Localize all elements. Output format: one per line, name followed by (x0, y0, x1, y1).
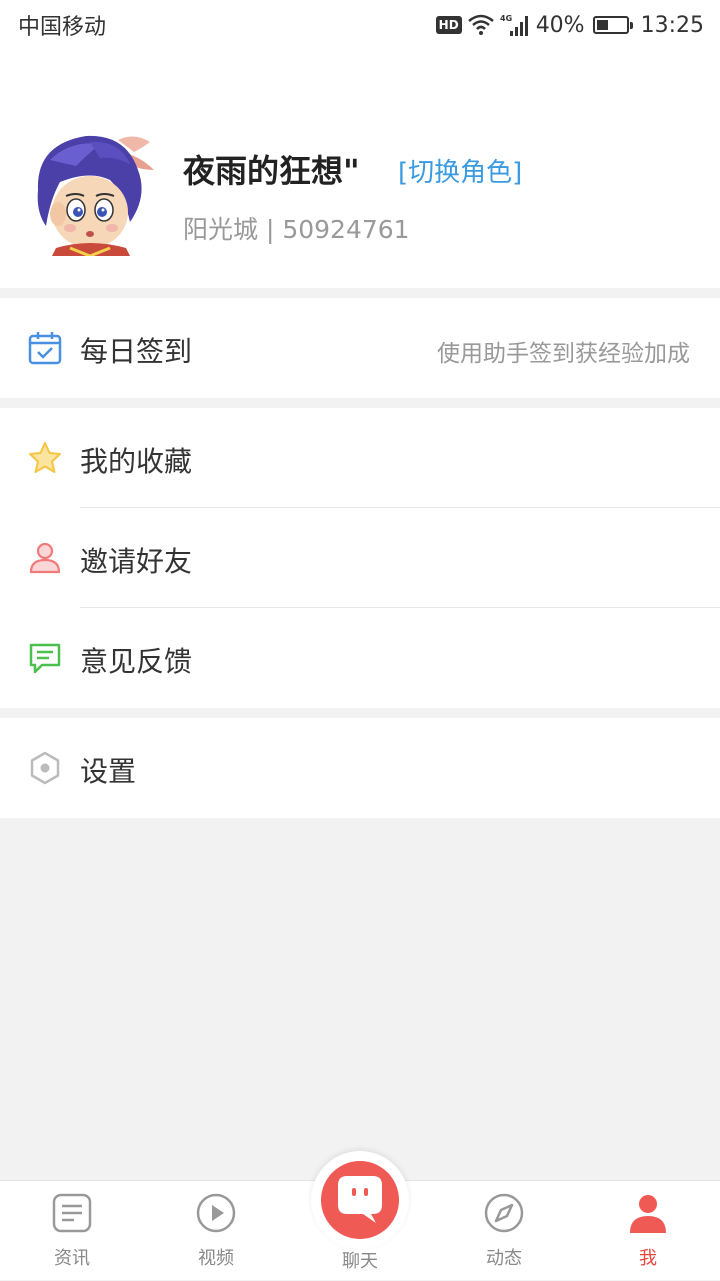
menu-item-label: 邀请好友 (80, 545, 193, 578)
news-icon (52, 1193, 92, 1233)
status-icons: HD 4G 40% 13:25 (435, 12, 704, 38)
server-and-id: 阳光城 | 50924761 (183, 215, 410, 244)
tab-label: 聊天 (342, 1251, 378, 1272)
tab-label: 视频 (198, 1248, 234, 1269)
status-bar: 中国移动 HD 4G 40% 13:25 (0, 0, 720, 50)
main-menu-group: 我的收藏 邀请好友 意见反馈 (0, 408, 720, 708)
message-icon (29, 643, 61, 674)
avatar[interactable] (30, 130, 156, 256)
menu-item-feedback[interactable]: 意见反馈 (0, 608, 720, 708)
chat-button-fill (321, 1161, 399, 1239)
menu-item-label: 每日签到 (80, 335, 193, 368)
settings-group: 设置 (0, 718, 720, 818)
battery-fill (596, 20, 608, 30)
menu-item-favorites[interactable]: 我的收藏 (0, 408, 720, 508)
clock: 13:25 (640, 12, 704, 38)
tab-chat[interactable]: 聊天 (288, 1151, 432, 1281)
menu-item-checkin[interactable]: 每日签到 使用助手签到获经验加成 (0, 298, 720, 398)
bottom-tab-bar: 资讯 视频 聊天 动态 我 (0, 1151, 720, 1281)
signal-icon: 4G (500, 14, 528, 36)
tab-moments[interactable]: 动态 (432, 1181, 576, 1281)
play-icon (196, 1193, 236, 1233)
person-icon (29, 542, 61, 574)
hd-badge: HD (435, 16, 462, 34)
profile-name: 夜雨的狂想" (183, 152, 360, 190)
tab-news[interactable]: 资讯 (0, 1181, 144, 1281)
switch-role-link[interactable]: [切换角色] (398, 152, 522, 189)
checkin-group: 每日签到 使用助手签到获经验加成 (0, 298, 720, 398)
calendar-check-icon (28, 332, 62, 365)
tab-label: 资讯 (54, 1248, 90, 1269)
network-type: 4G (500, 14, 512, 23)
tab-video[interactable]: 视频 (144, 1181, 288, 1281)
menu-item-invite[interactable]: 邀请好友 (0, 508, 720, 608)
menu-item-hint: 使用助手签到获经验加成 (437, 341, 690, 367)
carrier-name: 中国移动 (18, 15, 107, 40)
battery-icon (592, 16, 633, 34)
tab-me[interactable]: 我 (576, 1181, 720, 1281)
menu-item-label: 意见反馈 (80, 645, 193, 678)
menu-item-settings[interactable]: 设置 (0, 718, 720, 818)
compass-icon (484, 1193, 524, 1233)
hexagon-icon (30, 751, 60, 785)
menu-item-label: 我的收藏 (80, 445, 193, 478)
user-icon (630, 1195, 666, 1233)
profile-card: 夜雨的狂想" [切换角色] 阳光城 | 50924761 (0, 50, 720, 288)
menu-item-label: 设置 (80, 755, 137, 788)
chat-icon (338, 1176, 382, 1223)
wifi-icon (467, 14, 494, 35)
star-icon (29, 442, 61, 473)
tab-label: 动态 (486, 1248, 522, 1269)
chat-button[interactable] (311, 1151, 409, 1249)
battery-percent: 40% (535, 12, 585, 38)
tab-label: 我 (639, 1248, 657, 1269)
